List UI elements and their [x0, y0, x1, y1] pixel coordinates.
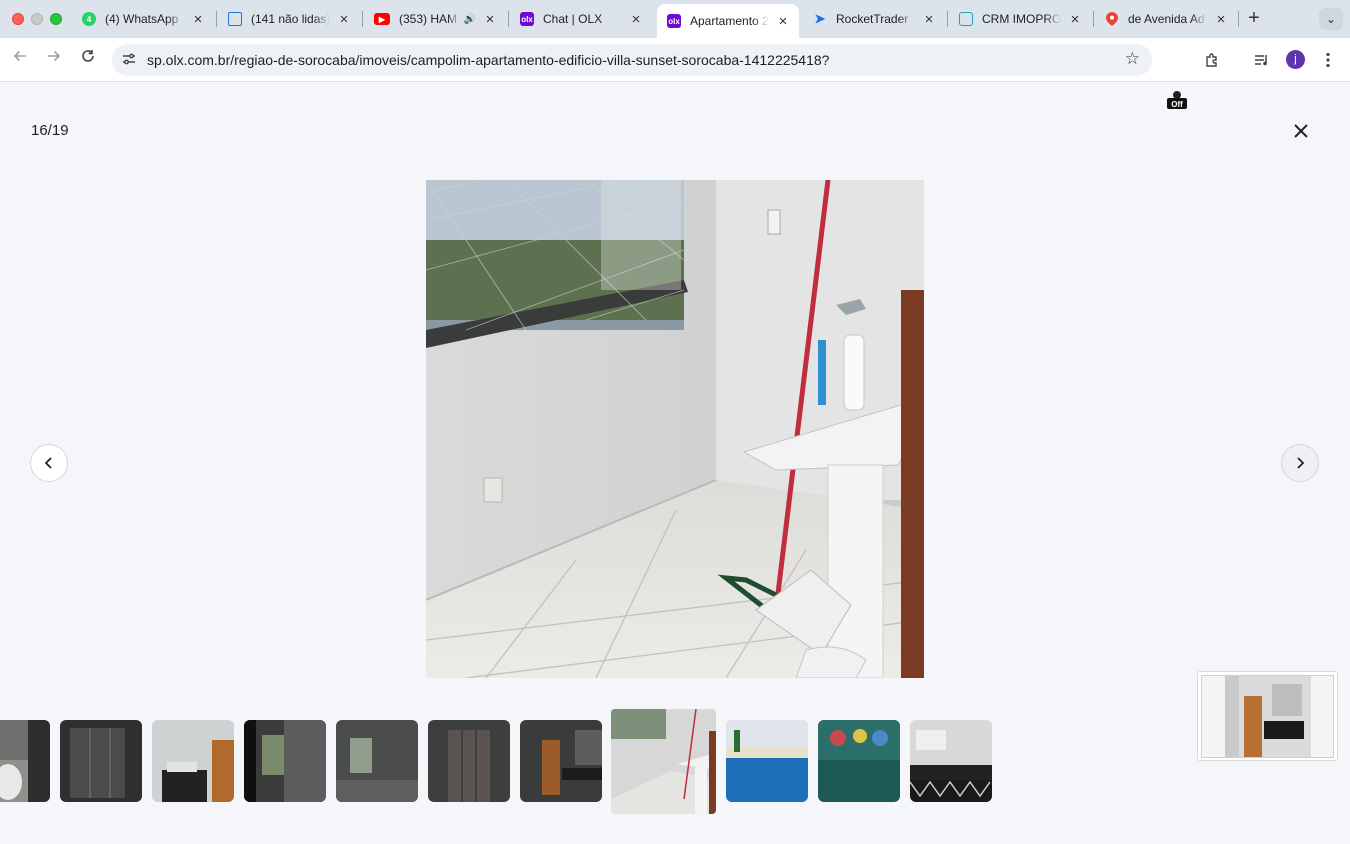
thumbnail[interactable] [60, 720, 142, 802]
more-menu-icon[interactable] [1320, 50, 1336, 70]
whatsapp-icon: 4 [82, 12, 96, 26]
tab-title: (353) HAM [399, 12, 458, 26]
tab-search-button[interactable]: ⌄ [1319, 8, 1343, 30]
tab-apartamento[interactable]: olx Apartamento 2 × [657, 4, 799, 38]
thumbnail[interactable] [244, 720, 326, 802]
tab-close-icon[interactable]: × [775, 13, 791, 30]
bookmark-star-icon[interactable]: ☆ [1125, 49, 1140, 69]
svg-text:Off: Off [1171, 100, 1183, 109]
window-minimize-button[interactable] [31, 13, 43, 25]
tab-rockettrader[interactable]: ➤ RocketTrader × [803, 4, 945, 34]
chevron-right-icon [1297, 457, 1305, 469]
address-bar[interactable]: sp.olx.com.br/regiao-de-sorocaba/imoveis… [112, 44, 1152, 76]
tab-crm[interactable]: CRM IMOPRO × [949, 4, 1091, 34]
extensions-puzzle-icon[interactable] [1202, 50, 1222, 70]
forward-arrow-icon[interactable] [43, 48, 65, 70]
tab-youtube[interactable]: ▶ (353) HAM 🔊 × [364, 4, 506, 34]
tab-title: CRM IMOPRO [982, 12, 1061, 26]
maps-pin-icon [1105, 12, 1119, 26]
next-photo-button[interactable] [1281, 444, 1319, 482]
tab-close-icon[interactable]: × [921, 11, 937, 28]
tab-title: Apartamento 2 [690, 14, 769, 28]
thumbnail-selected[interactable] [611, 709, 716, 814]
tab-close-icon[interactable]: × [1067, 11, 1083, 28]
tab-chat-olx[interactable]: olx Chat | OLX × [510, 4, 652, 34]
back-arrow-icon[interactable] [9, 48, 31, 70]
new-tab-button[interactable]: + [1244, 8, 1264, 30]
tab-mail[interactable]: (141 não lidas) × [218, 4, 360, 34]
browser-toolbar: sp.olx.com.br/regiao-de-sorocaba/imoveis… [0, 38, 1350, 109]
chevron-left-icon [44, 457, 52, 469]
tab-title: Chat | OLX [543, 12, 603, 26]
media-controls-icon[interactable] [1252, 50, 1272, 70]
olx-icon: olx [520, 12, 534, 26]
tab-close-icon[interactable]: × [482, 11, 498, 28]
main-photo[interactable] [426, 180, 924, 678]
tab-title: de Avenida Ad [1128, 12, 1205, 26]
close-icon[interactable] [1290, 120, 1312, 142]
previous-photo-button[interactable] [30, 444, 68, 482]
mini-preview[interactable] [1197, 671, 1338, 761]
thumbnail[interactable] [428, 720, 510, 802]
image-counter: 16/19 [31, 122, 69, 139]
profile-avatar[interactable]: j [1286, 50, 1305, 69]
youtube-icon: ▶ [374, 13, 390, 25]
rocket-icon: ➤ [814, 11, 826, 26]
mail-icon [228, 12, 242, 26]
tab-maps[interactable]: de Avenida Ad × [1095, 4, 1237, 34]
thumbnail[interactable] [910, 720, 992, 802]
thumbnail[interactable] [336, 720, 418, 802]
tab-close-icon[interactable]: × [336, 11, 352, 28]
tab-title: (4) WhatsApp [105, 12, 179, 26]
olx-icon: olx [667, 14, 681, 28]
extension-off-icon[interactable]: Off [1167, 90, 1187, 110]
thumbnail[interactable] [818, 720, 900, 802]
window-close-button[interactable] [12, 13, 24, 25]
tab-whatsapp[interactable]: 4 (4) WhatsApp × [72, 4, 214, 34]
speaker-icon[interactable]: 🔊 [464, 14, 476, 25]
tab-title: (141 não lidas) [251, 12, 330, 26]
site-settings-icon[interactable] [122, 52, 136, 66]
thumbnail[interactable] [726, 720, 808, 802]
thumbnail[interactable] [152, 720, 234, 802]
tab-strip: 4 (4) WhatsApp × (141 não lidas) × ▶ (35… [0, 0, 1350, 38]
url-text[interactable]: sp.olx.com.br/regiao-de-sorocaba/imoveis… [147, 52, 829, 68]
tab-title: RocketTrader [836, 12, 909, 26]
crm-icon [959, 12, 973, 26]
tab-close-icon[interactable]: × [628, 11, 644, 28]
tab-close-icon[interactable]: × [1213, 11, 1229, 28]
thumbnail[interactable] [520, 720, 602, 802]
thumbnail[interactable] [0, 720, 50, 802]
reload-icon[interactable] [77, 48, 99, 70]
window-maximize-button[interactable] [50, 13, 62, 25]
tab-close-icon[interactable]: × [190, 11, 206, 28]
